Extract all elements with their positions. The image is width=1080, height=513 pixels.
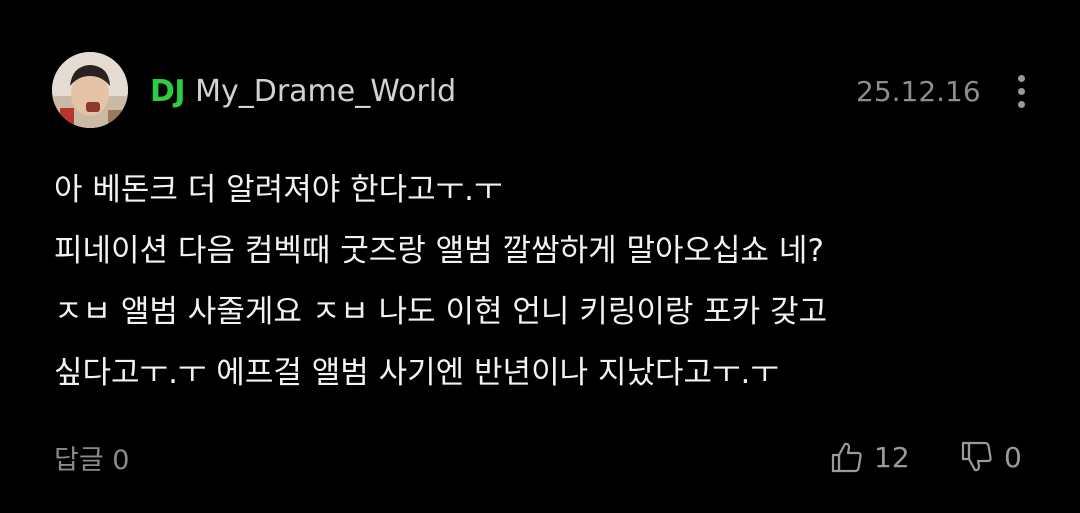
comment-card: DJ My_Drame_World 25.12.16 아 베돈크 더 알려져야 … [0,0,1080,513]
dislike-count: 0 [1004,440,1022,474]
username-link[interactable]: My_Drame_World [195,74,456,109]
avatar-photo [52,52,128,128]
thumbs-up-icon [831,442,862,473]
user-badge: DJ [150,73,186,109]
avatar[interactable] [52,52,128,128]
comment-line: 싶다고ㅜ.ㅜ 에프걸 앨범 사기엔 반년이나 지났다고ㅜ.ㅜ [54,355,779,391]
like-count: 12 [874,440,910,474]
more-options-icon[interactable] [1008,70,1034,112]
like-button[interactable]: 12 [830,436,910,478]
comment-body: 아 베돈크 더 알려져야 한다고ㅜ.ㅜ 피네이션 다음 컴벡때 굿즈랑 앨범 깔… [54,160,1054,404]
comment-line: 아 베돈크 더 알려져야 한다고ㅜ.ㅜ [54,172,503,208]
comment-author: DJ My_Drame_World [150,70,456,112]
comment-date: 25.12.16 [856,74,981,108]
comment-line: ㅈㅂ 앨범 사줄게요 ㅈㅂ 나도 이현 언니 키링이랑 포카 갖고 [54,294,828,330]
reply-button[interactable]: 답글 0 [54,436,129,478]
comment-line: 피네이션 다음 컴벡때 굿즈랑 앨범 깔쌈하게 말아오십쇼 네? [54,233,824,269]
dislike-button[interactable]: 0 [960,436,1022,478]
thumbs-down-icon [961,441,992,472]
